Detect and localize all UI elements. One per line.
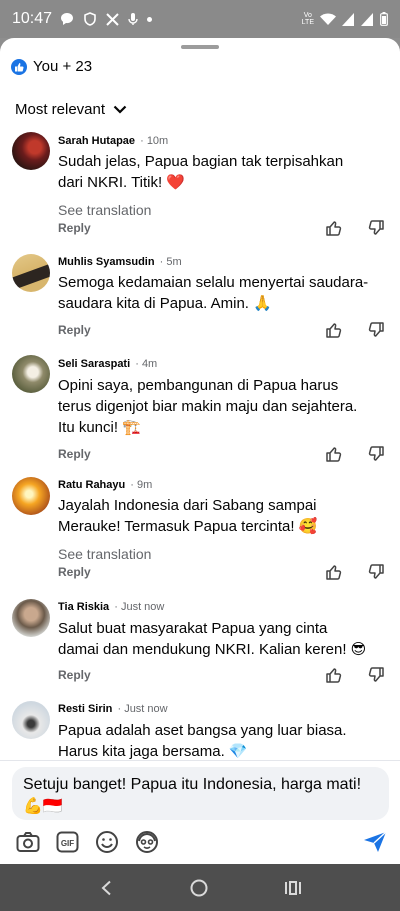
chat-notification-icon [61,13,74,25]
see-translation-link[interactable]: See translation [58,202,151,218]
svg-text:GIF: GIF [61,839,74,848]
avatar[interactable] [12,254,50,292]
like-reaction-icon [11,58,27,75]
reply-button[interactable]: Reply [58,565,91,579]
see-translation-link[interactable]: See translation [58,546,151,562]
back-icon[interactable] [99,880,113,896]
thumbs-up-icon[interactable] [325,219,343,237]
comment-author[interactable]: Ratu Rahayu · 9m [58,479,152,491]
thumbs-up-icon[interactable] [325,321,343,339]
avatar[interactable] [12,599,50,637]
reply-button[interactable]: Reply [58,668,91,682]
dot-icon [147,16,153,22]
gif-icon[interactable]: GIF [56,831,79,853]
thumbs-down-icon[interactable] [367,219,385,237]
thumbs-down-icon[interactable] [367,445,385,463]
wifi-icon [320,13,336,25]
reactions-summary[interactable]: You + 23 [11,58,92,75]
reply-button[interactable]: Reply [58,221,91,235]
thumbs-down-icon[interactable] [367,563,385,581]
signal-icon-2 [361,12,373,26]
thumbs-up-icon[interactable] [325,666,343,684]
sort-label: Most relevant [15,101,106,118]
comment-text: Sudah jelas, Papua bagian tak terpisahka… [58,153,344,191]
battery-icon [380,12,388,26]
x-notification-icon [106,12,119,26]
send-icon[interactable] [363,831,387,853]
reply-button[interactable]: Reply [58,323,91,337]
camera-icon[interactable] [16,831,40,853]
reply-button[interactable]: Reply [58,447,91,461]
avatar[interactable] [12,701,50,739]
comment-input[interactable]: Setuju banget! Papua itu Indonesia, harg… [12,767,389,820]
comment-author[interactable]: Seli Saraspati · 4m [58,358,157,370]
thumbs-up-icon[interactable] [325,563,343,581]
comments-sheet: You + 23 Most relevant Sarah Hutapae · 1… [0,38,400,864]
thumbs-down-icon[interactable] [367,666,385,684]
status-time: 10:47 [12,10,53,27]
comment-text: Semoga kedamaian selalu menyertai saudar… [58,274,369,312]
comment-text: Opini saya, pembangunan di Papua harus t… [58,377,358,436]
signal-icon [342,12,354,26]
microphone-icon [128,13,138,25]
comment-text: Salut buat masyarakat Papua yang cinta d… [58,620,367,658]
avatar[interactable] [12,355,50,393]
chevron-down-icon [113,105,127,114]
comment-author[interactable]: Muhlis Syamsudin · 5m [58,256,182,268]
comment-author[interactable]: Resti Sirin · Just now [58,703,168,715]
comment-author[interactable]: Sarah Hutapae · 10m [58,135,168,147]
shield-notification-icon [84,12,96,26]
avatar[interactable] [12,477,50,515]
system-navigation-bar [0,864,400,911]
comment-composer: Setuju banget! Papua itu Indonesia, harg… [0,760,400,864]
comment-text: Jayalah Indonesia dari Sabang sampai Mer… [58,497,318,535]
comment-author[interactable]: Tia Riskia · Just now [58,601,164,613]
avatar[interactable] [12,132,50,170]
sort-dropdown[interactable]: Most relevant [15,101,127,118]
emoji-icon[interactable] [95,830,119,854]
reactions-label: You + 23 [33,58,93,75]
home-icon[interactable] [190,879,208,897]
thumbs-up-icon[interactable] [325,445,343,463]
sheet-drag-handle[interactable] [181,45,219,49]
status-bar: 10:47 Vo LTE [0,0,400,38]
recents-icon[interactable] [285,880,302,896]
comment-text: Papua adalah aset bangsa yang luar biasa… [58,722,347,760]
network-type: Vo LTE [301,12,314,26]
thumbs-down-icon[interactable] [367,321,385,339]
avatar-sticker-icon[interactable] [135,830,159,854]
